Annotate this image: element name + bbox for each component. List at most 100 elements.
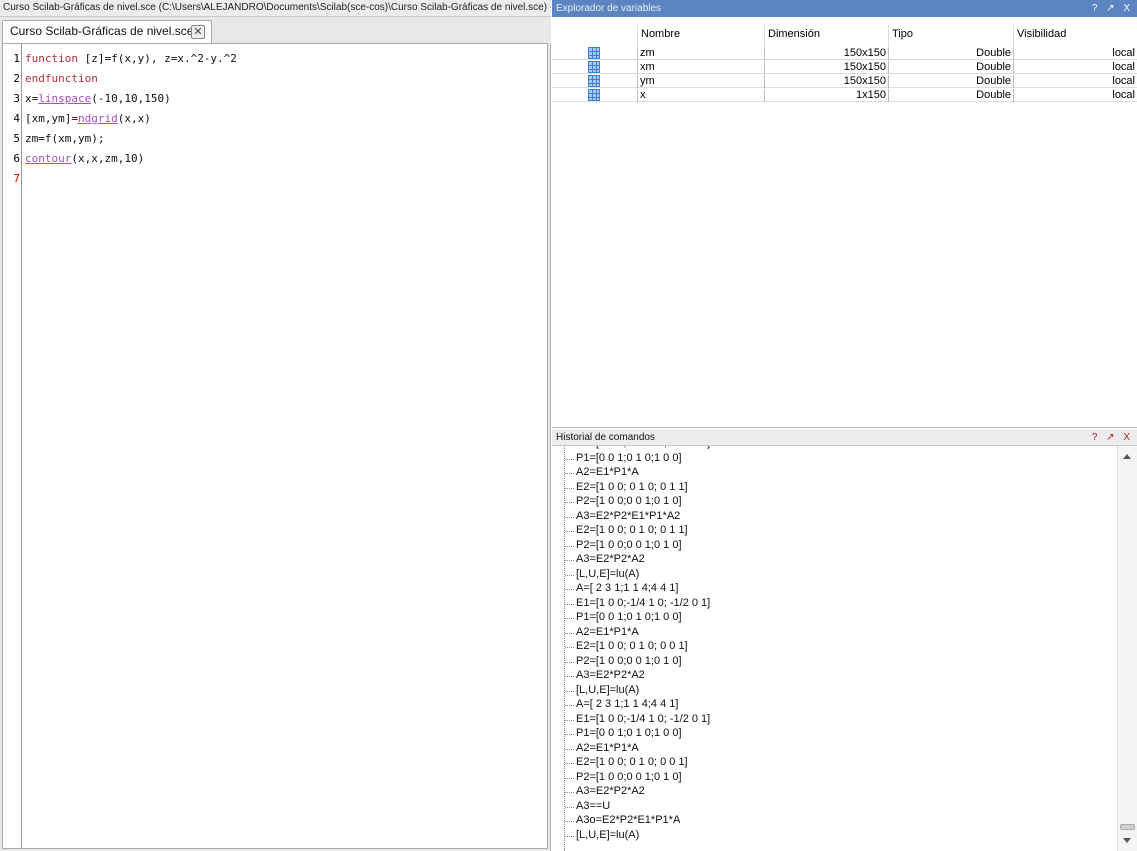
variable-visibility: local — [1013, 61, 1137, 74]
history-entry[interactable]: A=[ 2 3 1;1 1 4;4 4 1] — [564, 582, 678, 594]
history-entry[interactable]: A3=E2*P2*A2 — [565, 785, 645, 797]
code-line-2: endfunction — [25, 72, 98, 85]
variable-visibility: local — [1013, 75, 1137, 88]
variable-browser-pane: Explorador de variables ? ↗ X Nombre Dim… — [552, 0, 1137, 428]
variable-type: Double — [888, 61, 1013, 74]
variable-dimension: 150x150 — [764, 75, 888, 88]
dock-controls-icon[interactable]: ? ↗ X — [1092, 0, 1133, 17]
keyword: function — [25, 52, 78, 65]
scinotes-editor-pane: Curso Scilab-Gráficas de nivel.sce (C:\U… — [0, 0, 551, 851]
file-tab-label: Curso Scilab-Gráficas de nivel.sce — [10, 24, 194, 38]
history-entry[interactable]: A3=E2*P2*A2 — [565, 553, 645, 565]
line-number: 4 — [13, 112, 20, 125]
history-entry[interactable]: A=[ 2 3 1;1 1 4;4 4 1] — [564, 698, 678, 710]
table-row[interactable]: xm 150x150 Double local — [552, 61, 1137, 74]
variable-dimension: 1x150 — [764, 89, 888, 102]
variable-browser-title: Explorador de variables — [556, 3, 662, 14]
line-number: 6 — [13, 152, 20, 165]
code-text: (x,x) — [117, 112, 151, 125]
table-header: Nombre Dimensión Tipo Visibilidad — [552, 25, 1137, 47]
history-entry[interactable]: A2=E1*P1*A — [565, 626, 639, 638]
history-entry[interactable]: [L,U,E]=lu(A) — [564, 684, 639, 696]
variable-browser-title-bar[interactable]: Explorador de variables ? ↗ X — [552, 0, 1137, 17]
variable-visibility: local — [1013, 89, 1137, 102]
history-scrollbar[interactable] — [1117, 446, 1137, 851]
command-history-title-bar[interactable]: Historial de comandos ? ↗ X — [552, 429, 1137, 446]
code-text: (-10,10,150) — [91, 92, 171, 105]
keyword: endfunction — [25, 72, 98, 85]
code-editor[interactable]: 1 2 3 4 5 6 7 function [z]=f(x,y), z=x.^… — [2, 43, 548, 849]
history-entry[interactable]: P2=[1 0 0;0 0 1;0 1 0] — [565, 495, 682, 507]
table-row[interactable]: x 1x150 Double local — [552, 89, 1137, 102]
history-entry[interactable]: A3==U — [564, 800, 610, 812]
matrix-icon — [588, 61, 600, 73]
line-number: 5 — [13, 132, 20, 145]
code-line-3: x=linspace(-10,10,150) — [25, 92, 171, 105]
code-line-4: [xm,ym]=ndgrid(x,x) — [25, 112, 151, 125]
variable-name: xm — [637, 61, 764, 74]
file-tab[interactable]: Curso Scilab-Gráficas de nivel.sce ✕ — [2, 20, 212, 43]
history-entry[interactable]: P2=[1 0 0;0 0 1;0 1 0] — [565, 655, 682, 667]
matrix-icon — [588, 75, 600, 87]
function-link[interactable]: ndgrid — [78, 112, 118, 125]
line-number-gutter: 1 2 3 4 5 6 7 — [3, 44, 22, 848]
history-entry[interactable]: E2=[1 0 0; 0 1 0; 0 1 1] — [565, 481, 688, 493]
line-number: 2 — [13, 72, 20, 85]
tree-connector — [564, 446, 565, 851]
code-text: [z]=f(x,y), z=x.^2-y.^2 — [77, 52, 237, 65]
line-number: 1 — [13, 52, 20, 65]
line-number-current: 7 — [13, 172, 20, 185]
code-line-6: contour(x,x,zm,10) — [25, 152, 144, 165]
matrix-icon — [588, 47, 600, 59]
history-entry[interactable]: A3=E2*P2*E1*P1*A2 — [564, 510, 680, 522]
scroll-thumb[interactable] — [1120, 824, 1135, 830]
history-entry[interactable]: P1=[0 0 1;0 1 0;1 0 0] — [565, 727, 682, 739]
column-header-dimension[interactable]: Dimensión — [764, 25, 888, 47]
history-entry[interactable]: P1=[0 0 1;0 1 0;1 0 0] — [565, 452, 682, 464]
history-entry[interactable]: E1=[1 0 0;-1/4 1 0; -1/2 0 1] — [576, 446, 710, 449]
code-text: (x,x,zm,10) — [71, 152, 145, 165]
history-entry[interactable]: A2=E1*P1*A — [565, 466, 639, 478]
table-row[interactable]: ym 150x150 Double local — [552, 75, 1137, 88]
code-text: x= — [25, 92, 39, 105]
history-entry[interactable]: A3o=E2*P2*E1*P1*A — [564, 814, 680, 826]
history-entry[interactable]: P1=[0 0 1;0 1 0;1 0 0] — [565, 611, 682, 623]
variable-type: Double — [888, 75, 1013, 88]
dock-controls-icon[interactable]: ? ↗ X — [1092, 429, 1133, 446]
variable-dimension: 150x150 — [764, 47, 888, 60]
function-link[interactable]: linspace — [38, 92, 91, 105]
editor-window-title: Curso Scilab-Gráficas de nivel.sce (C:\U… — [0, 0, 551, 17]
code-line-1: function [z]=f(x,y), z=x.^2-y.^2 — [25, 52, 237, 65]
history-entry[interactable]: P2=[1 0 0;0 0 1;0 1 0] — [565, 771, 682, 783]
history-entry[interactable]: E1=[1 0 0;-1/4 1 0; -1/2 0 1] — [564, 597, 710, 609]
command-history-title: Historial de comandos — [556, 432, 655, 443]
command-history-pane: Historial de comandos ? ↗ X E1=[1 0 0;-1… — [552, 429, 1137, 851]
line-number: 3 — [13, 92, 20, 105]
history-entry[interactable]: [L,U,E]=lu(A) — [564, 829, 639, 841]
history-entry[interactable]: E2=[1 0 0; 0 1 0; 0 0 1] — [565, 756, 688, 768]
column-header-nombre[interactable]: Nombre — [637, 25, 764, 47]
scroll-down-arrow-icon[interactable] — [1123, 838, 1131, 843]
close-tab-icon[interactable]: ✕ — [191, 25, 205, 39]
command-history-list[interactable]: E1=[1 0 0;-1/4 1 0; -1/2 0 1] P1=[0 0 1;0… — [552, 446, 1120, 851]
history-entry[interactable]: E2=[1 0 0; 0 1 0; 0 1 1] — [565, 524, 688, 536]
history-entry[interactable]: [L,U,E]=lu(A) — [564, 568, 639, 580]
code-text: [xm,ym]= — [25, 112, 78, 125]
scroll-up-arrow-icon[interactable] — [1123, 454, 1131, 459]
history-entry[interactable]: E1=[1 0 0;-1/4 1 0; -1/2 0 1] — [564, 713, 710, 725]
function-link[interactable]: contour — [25, 152, 71, 165]
variable-visibility: local — [1013, 47, 1137, 60]
variable-name: x — [637, 89, 764, 102]
history-entry[interactable]: E2=[1 0 0; 0 1 0; 0 0 1] — [565, 640, 688, 652]
variable-name: ym — [637, 75, 764, 88]
history-entry[interactable]: A3=E2*P2*A2 — [565, 669, 645, 681]
history-entry[interactable]: P2=[1 0 0;0 0 1;0 1 0] — [565, 539, 682, 551]
column-header-visibilidad[interactable]: Visibilidad — [1013, 25, 1137, 47]
code-text: zm=f(xm,ym); — [25, 132, 105, 145]
column-header-tipo[interactable]: Tipo — [888, 25, 1013, 47]
history-entry[interactable]: A2=E1*P1*A — [565, 742, 639, 754]
matrix-icon — [588, 89, 600, 101]
variable-name: zm — [637, 47, 764, 60]
table-row[interactable]: zm 150x150 Double local — [552, 47, 1137, 60]
variable-type: Double — [888, 89, 1013, 102]
